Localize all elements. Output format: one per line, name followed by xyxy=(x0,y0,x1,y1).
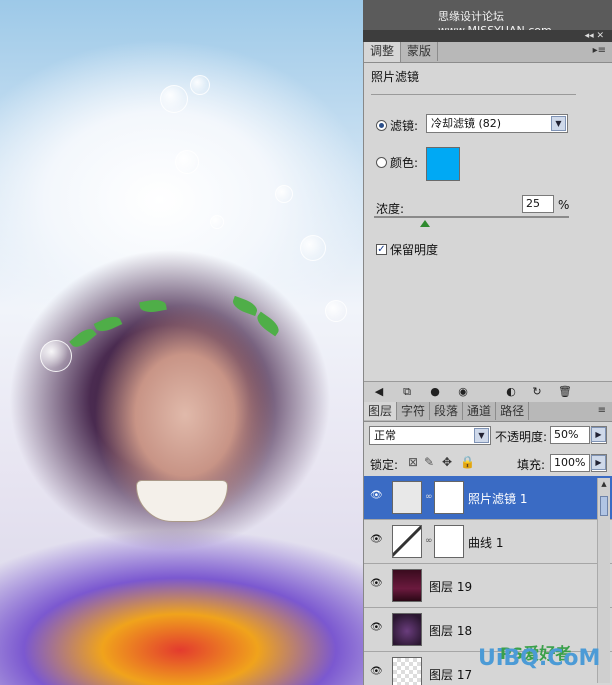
panel-title: 照片滤镜 xyxy=(371,70,420,84)
bubble xyxy=(210,215,224,229)
tab-paths[interactable]: 路径 xyxy=(496,402,530,420)
tab-layers[interactable]: 图层 xyxy=(364,402,398,420)
blend-mode-value: 正常 xyxy=(374,429,396,442)
clip-layer-icon[interactable]: ● xyxy=(428,385,442,399)
chevron-right-icon[interactable]: ▶ xyxy=(591,427,606,442)
tab-channels[interactable]: 通道 xyxy=(463,402,497,420)
panel-menu-icon[interactable]: ≡ xyxy=(598,405,606,416)
fill-label: 填充: xyxy=(517,458,546,472)
layer-row-19[interactable]: 👁 图层 19 xyxy=(364,564,612,608)
reset-icon[interactable]: ↻ xyxy=(530,385,544,399)
preserve-luminosity-label: 保留明度 xyxy=(390,243,439,257)
layer-name: 照片滤镜 1 xyxy=(468,492,528,506)
chevron-down-icon[interactable]: ▼ xyxy=(474,428,489,443)
link-icon: ∞ xyxy=(425,492,433,502)
density-slider[interactable] xyxy=(374,216,569,218)
preserve-luminosity-checkbox[interactable]: ✓ xyxy=(376,244,387,255)
color-radio[interactable] xyxy=(376,157,387,168)
filter-label: 滤镜: xyxy=(390,119,419,133)
adjustment-thumbnail-icon xyxy=(392,481,422,514)
layer-row-curves[interactable]: 👁 ∞ 曲线 1 xyxy=(364,520,612,564)
visibility-eye-icon[interactable]: ◉ xyxy=(456,385,470,399)
density-label: 浓度: xyxy=(376,202,405,216)
layer-row-photo-filter[interactable]: 👁 ∞ 照片滤镜 1 xyxy=(364,476,612,520)
lock-move-icon[interactable]: ✥ xyxy=(442,455,452,469)
tab-masks[interactable]: 蒙版 xyxy=(401,42,439,61)
leaf xyxy=(139,297,167,315)
layer-thumbnail xyxy=(392,657,422,685)
leaf xyxy=(93,313,123,335)
layer-thumbnail xyxy=(392,613,422,646)
blend-mode-select[interactable]: 正常 ▼ xyxy=(369,426,491,445)
bubble xyxy=(300,235,326,261)
panel-menu-icon[interactable]: ▸≡ xyxy=(593,45,606,56)
leaf xyxy=(69,325,97,351)
expand-view-icon[interactable]: ⧉ xyxy=(400,385,414,399)
layer-name: 图层 17 xyxy=(429,668,473,682)
visibility-eye-icon[interactable]: 👁 xyxy=(370,535,384,545)
chevron-down-icon[interactable]: ▼ xyxy=(551,116,566,131)
layer-name: 图层 19 xyxy=(429,580,473,594)
density-unit: % xyxy=(558,198,570,212)
curves-thumbnail-icon xyxy=(392,525,422,558)
fill-arrow-button[interactable]: ▶ xyxy=(591,454,607,472)
tab-character[interactable]: 字符 xyxy=(397,402,431,420)
back-arrow-icon[interactable]: ◀ xyxy=(372,385,386,399)
view-previous-icon[interactable]: ◐ xyxy=(504,385,518,399)
panel-collapse-strip: ◂◂ ✕ xyxy=(363,30,612,42)
bubble xyxy=(160,85,188,113)
filter-select-value: 冷却滤镜 (82) xyxy=(431,117,502,130)
layer-name: 曲线 1 xyxy=(468,536,504,550)
trash-icon[interactable]: 🗑 xyxy=(558,385,572,399)
tab-paragraph[interactable]: 段落 xyxy=(430,402,464,420)
bubble xyxy=(40,340,72,372)
visibility-eye-icon[interactable]: 👁 xyxy=(370,579,384,589)
artwork-canvas xyxy=(0,0,363,685)
visibility-eye-icon[interactable]: 👁 xyxy=(370,623,384,633)
leaf xyxy=(253,311,283,337)
divider xyxy=(371,94,576,95)
layers-panel: 图层 字符 段落 通道 路径 ≡ 正常 ▼ 不透明度: 50% ▶ 锁定: ⊠ ✎ ✥ … xyxy=(363,402,612,685)
chevron-right-icon[interactable]: ▶ xyxy=(591,455,606,470)
lock-brush-icon[interactable]: ✎ xyxy=(424,455,434,469)
opacity-label: 不透明度: xyxy=(495,430,548,444)
tab-adjustments[interactable]: 调整 xyxy=(364,42,402,62)
layer-mask-thumbnail xyxy=(434,481,464,514)
bubble xyxy=(190,75,210,95)
link-icon: ∞ xyxy=(425,536,433,546)
leaf xyxy=(230,295,260,317)
lock-transparent-icon[interactable]: ⊠ xyxy=(408,455,418,469)
scrollbar-thumb[interactable] xyxy=(600,496,608,516)
adjustments-tabs: 调整 蒙版 ▸≡ xyxy=(364,42,612,63)
teacup xyxy=(136,480,228,522)
layer-name: 图层 18 xyxy=(429,624,473,638)
filter-select[interactable]: 冷却滤镜 (82) ▼ xyxy=(426,114,568,133)
adjustments-panel: 调整 蒙版 ▸≡ 照片滤镜 滤镜: 冷却滤镜 (82) ▼ 颜色: 浓度: 25 … xyxy=(363,42,612,402)
density-input[interactable]: 25 xyxy=(522,195,554,213)
lock-all-icon[interactable]: 🔒 xyxy=(460,455,475,469)
bubble xyxy=(325,300,347,322)
color-swatch[interactable] xyxy=(426,147,460,181)
layer-mask-thumbnail xyxy=(434,525,464,558)
opacity-input[interactable]: 50% xyxy=(550,426,590,444)
layer-thumbnail xyxy=(392,569,422,602)
bubble xyxy=(275,185,293,203)
lock-label: 锁定: xyxy=(370,458,399,472)
visibility-eye-icon[interactable]: 👁 xyxy=(370,667,384,677)
site-url-watermark: UiBQ.CoM xyxy=(478,646,601,671)
opacity-arrow-button[interactable]: ▶ xyxy=(591,426,607,444)
density-slider-thumb[interactable] xyxy=(420,220,430,227)
color-label: 颜色: xyxy=(390,156,419,170)
scroll-up-icon[interactable]: ▲ xyxy=(598,478,610,490)
bubble xyxy=(175,150,199,174)
filter-radio[interactable] xyxy=(376,120,387,131)
layers-tabs: 图层 字符 段落 通道 路径 ≡ xyxy=(364,402,612,422)
collapse-icon[interactable]: ◂◂ ✕ xyxy=(585,30,604,42)
visibility-eye-icon[interactable]: 👁 xyxy=(370,491,384,501)
fill-input[interactable]: 100% xyxy=(550,454,590,472)
adjustments-footer: ◀ ⧉ ● ◉ ◐ ↻ 🗑 xyxy=(364,381,612,402)
